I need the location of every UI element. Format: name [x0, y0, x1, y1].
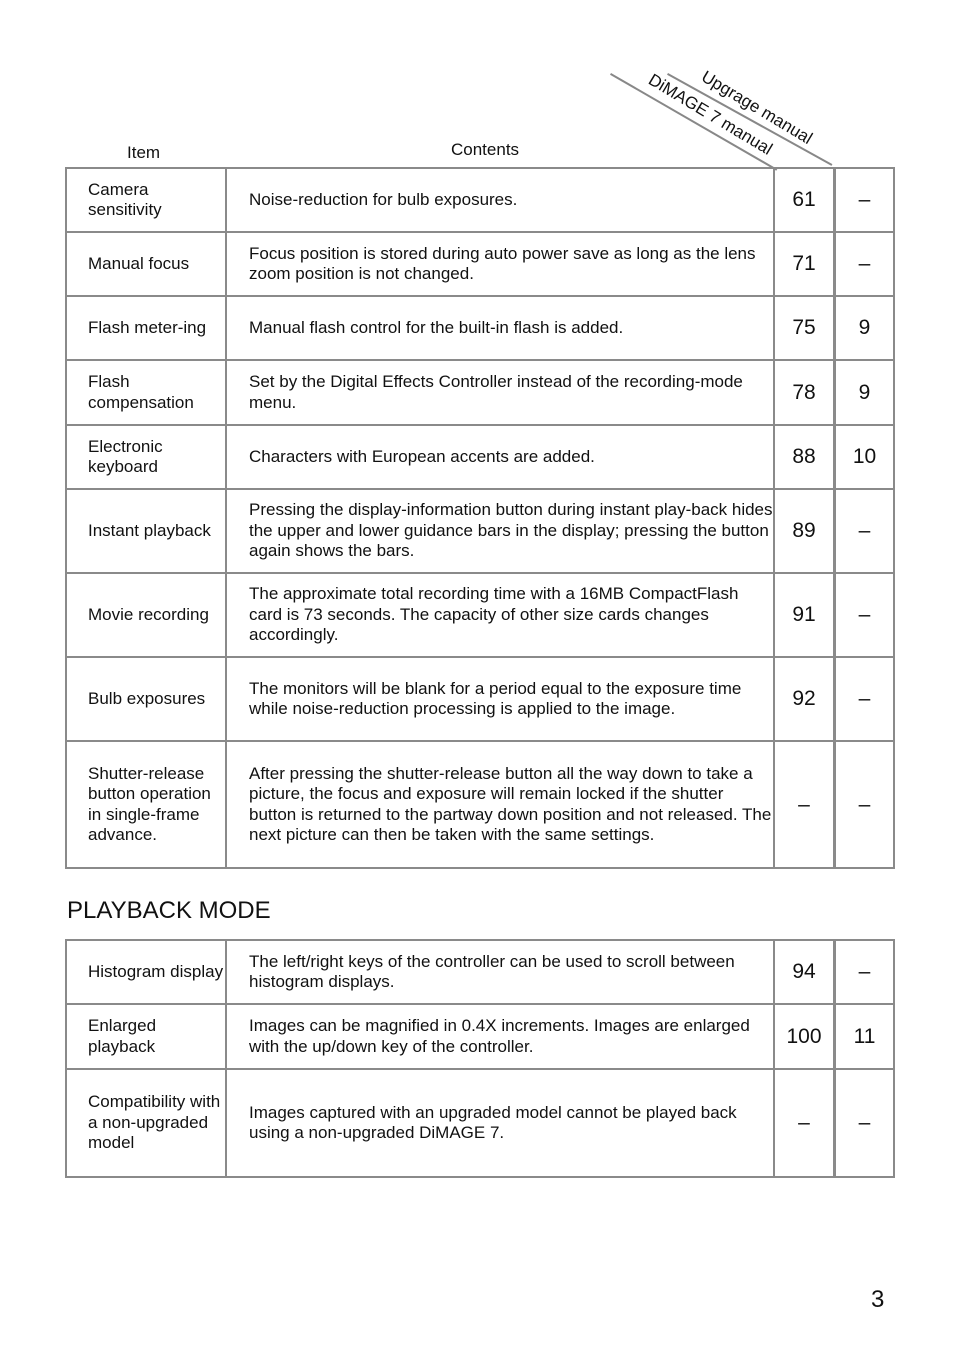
content-cell: Noise-reduction for bulb exposures.: [225, 167, 775, 233]
item-cell: Manual focus: [65, 231, 227, 297]
item-cell: Bulb exposures: [65, 656, 227, 742]
upgrade-page-cell: 10: [833, 424, 895, 490]
page-number: 3: [871, 1286, 885, 1313]
item-cell: Electronic keyboard: [65, 424, 227, 490]
item-cell: Camera sensitivity: [65, 167, 227, 233]
item-cell: Movie recording: [65, 572, 227, 658]
item-cell: Compatibility with a non-upgraded model: [65, 1068, 227, 1178]
table-row: Histogram display The left/right keys of …: [65, 939, 895, 1005]
dimage7-page-cell: 92: [773, 656, 836, 742]
dimage7-page-cell: 89: [773, 488, 836, 574]
table-row: Manual focus Focus position is stored dur…: [65, 231, 895, 297]
playback-features-table: Histogram display The left/right keys of …: [65, 939, 895, 1178]
table-row: Compatibility with a non-upgraded model I…: [65, 1068, 895, 1178]
table-row: Flash compensation Set by the Digital Eff…: [65, 359, 895, 426]
dimage7-page-cell: 71: [773, 231, 836, 297]
table-row: Bulb exposures The monitors will be blank…: [65, 656, 895, 742]
upgrade-page-cell: 11: [833, 1003, 895, 1070]
dimage7-page-cell: 75: [773, 295, 836, 361]
content-cell: Manual flash control for the built-in fl…: [225, 295, 775, 361]
upgrade-page-cell: –: [833, 740, 895, 869]
table-row: Enlarged playback Images can be magnified…: [65, 1003, 895, 1070]
dimage7-page-cell: 88: [773, 424, 836, 490]
item-cell: Flash compensation: [65, 359, 227, 426]
content-cell: Images can be magnified in 0.4X incremen…: [225, 1003, 775, 1070]
content-cell: Characters with European accents are add…: [225, 424, 775, 490]
item-cell: Shutter-release button operation in sing…: [65, 740, 227, 869]
item-cell: Enlarged playback: [65, 1003, 227, 1070]
upgrade-page-cell: –: [833, 488, 895, 574]
contents-column-header: Contents: [451, 140, 520, 159]
table-row: Shutter-release button operation in sing…: [65, 740, 895, 869]
table-row: Movie recording The approximate total rec…: [65, 572, 895, 658]
dimage7-page-cell: 91: [773, 572, 836, 658]
item-cell: Flash meter-ing: [65, 295, 227, 361]
section-title: PLAYBACK MODE: [67, 897, 271, 924]
table-row: Instant playback Pressing the display-inf…: [65, 488, 895, 574]
dimage7-page-cell: 100: [773, 1003, 836, 1070]
upgrade-page-cell: –: [833, 572, 895, 658]
dimage7-page-cell: –: [773, 1068, 836, 1178]
item-cell: Instant playback: [65, 488, 227, 574]
content-cell: Images captured with an upgraded model c…: [225, 1068, 775, 1178]
content-cell: The approximate total recording time wit…: [225, 572, 775, 658]
upgrade-page-cell: –: [833, 939, 895, 1005]
upgrade-page-cell: –: [833, 656, 895, 742]
content-cell: After pressing the shutter-release butto…: [225, 740, 775, 869]
item-column-header: Item: [127, 143, 161, 162]
recording-features-table: Camera sensitivity Noise-reduction for bu…: [65, 167, 895, 869]
dimage7-page-cell: 94: [773, 939, 836, 1005]
upgrade-page-cell: 9: [833, 295, 895, 361]
content-cell: Pressing the display-information button …: [225, 488, 775, 574]
content-cell: Set by the Digital Effects Controller in…: [225, 359, 775, 426]
upgrade-page-cell: –: [833, 167, 895, 233]
dimage7-page-cell: –: [773, 740, 836, 869]
item-cell: Histogram display: [65, 939, 227, 1005]
content-cell: Focus position is stored during auto pow…: [225, 231, 775, 297]
upgrade-page-cell: 9: [833, 359, 895, 426]
table-row: Electronic keyboard Characters with Europ…: [65, 424, 895, 490]
content-cell: The left/right keys of the controller ca…: [225, 939, 775, 1005]
table-row: Camera sensitivity Noise-reduction for bu…: [65, 167, 895, 233]
table-row: Flash meter-ing Manual flash control for …: [65, 295, 895, 361]
dimage7-page-cell: 78: [773, 359, 836, 426]
content-cell: The monitors will be blank for a period …: [225, 656, 775, 742]
dimage7-page-cell: 61: [773, 167, 836, 233]
upgrade-page-cell: –: [833, 231, 895, 297]
upgrade-page-cell: –: [833, 1068, 895, 1178]
